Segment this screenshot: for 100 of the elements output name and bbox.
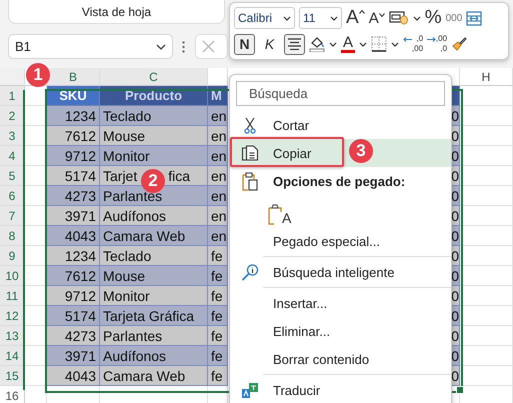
table-cell: 0: [452, 226, 460, 246]
menu-heading-text: Opciones de pegado:: [273, 174, 406, 188]
row-header[interactable]: 15: [0, 366, 25, 386]
translate-icon: [241, 382, 259, 398]
paste-option-button[interactable]: A: [268, 197, 292, 225]
caret-icon: [156, 44, 166, 50]
table-cell: 5174: [47, 166, 100, 186]
decrease-decimal-button[interactable]: ,0 ,00: [403, 34, 424, 54]
percent-button[interactable]: %: [424, 7, 442, 29]
column-header[interactable]: C: [100, 68, 208, 86]
table-cell: 5174: [47, 306, 100, 326]
table-cell: en: [208, 186, 228, 206]
table-cell: 0: [452, 346, 460, 366]
thousands-button[interactable]: 000: [446, 12, 462, 24]
table-header: [452, 86, 460, 106]
table-cell: 0: [452, 206, 460, 226]
row-header[interactable]: 10: [0, 266, 25, 286]
menu-item[interactable]: Traducir: [230, 376, 451, 403]
cell-text: Tarjet: [103, 167, 138, 185]
table-cell: 9712: [47, 146, 100, 166]
clipboard-icon: [241, 172, 259, 190]
table-cell: Parlantes: [100, 326, 208, 346]
caret-icon: [283, 16, 291, 20]
align-center-button[interactable]: [284, 34, 305, 54]
caret-icon[interactable]: [359, 42, 368, 46]
caret-icon: [330, 16, 338, 20]
currency-format-icon[interactable]: [388, 10, 409, 26]
align-center-icon: [288, 38, 301, 50]
row-header[interactable]: 11: [0, 286, 25, 306]
table-cell: Parlantes: [100, 186, 208, 206]
table-cell: fe: [208, 246, 228, 266]
row-header[interactable]: 12: [0, 306, 25, 326]
row-header[interactable]: 3: [0, 126, 25, 146]
arrow-left-icon: [403, 37, 412, 42]
table-cell: 0: [452, 266, 460, 286]
caret-icon[interactable]: [391, 42, 400, 46]
caret-icon[interactable]: [412, 16, 421, 20]
more-icon[interactable]: [182, 40, 185, 52]
row-header[interactable]: 8: [0, 226, 25, 246]
table-cell: Tarjeta Gráfica: [100, 306, 208, 326]
table-cell: Camara Web: [100, 226, 208, 246]
caret-icon[interactable]: [329, 42, 337, 46]
table-cell: 0: [452, 126, 460, 146]
table-cell: Mouse: [100, 266, 208, 286]
table-cell: 4273: [47, 326, 100, 346]
table-cell: 0: [452, 246, 460, 266]
italic-button[interactable]: K: [259, 34, 280, 54]
row-header[interactable]: 7: [0, 206, 25, 226]
copy-icon: [241, 145, 259, 161]
fill-color-icon[interactable]: [309, 36, 325, 52]
table-cell: en: [208, 106, 228, 126]
menu-item[interactable]: Pegado especial...: [230, 227, 451, 255]
table-cell: Teclado: [100, 246, 208, 266]
menu-item[interactable]: Insertar...: [230, 289, 451, 317]
table-cell: 0: [452, 326, 460, 346]
table-header: Producto: [100, 86, 208, 106]
row-header[interactable]: 13: [0, 326, 25, 346]
fill-handle[interactable]: [456, 386, 464, 394]
font-color-button[interactable]: A: [341, 35, 356, 53]
wrap-text-icon[interactable]: [466, 10, 482, 26]
table-cell: 0: [452, 306, 460, 326]
table-cell: 0: [452, 106, 460, 126]
borders-icon[interactable]: [371, 36, 388, 52]
table-cell: 0: [452, 366, 460, 386]
table-cell: 7612: [47, 266, 100, 286]
row-header[interactable]: 5: [0, 166, 25, 186]
font-dropdown[interactable]: Calibri: [234, 7, 295, 29]
table-cell: fe: [208, 306, 228, 326]
table-cell: 0: [452, 166, 460, 186]
menu-item[interactable]: Búsqueda inteligente: [230, 258, 451, 286]
column-header[interactable]: H: [460, 68, 513, 86]
name-box[interactable]: B1: [8, 34, 173, 59]
grow-font-button[interactable]: A: [346, 7, 365, 29]
menu-item[interactable]: Cortar: [230, 111, 451, 139]
row-header[interactable]: 6: [0, 186, 25, 206]
table-header: M: [208, 86, 228, 106]
menu-item[interactable]: Borrar contenido: [230, 345, 451, 373]
step-badge: 1: [26, 63, 50, 87]
row-header[interactable]: 2: [0, 106, 25, 126]
bold-button[interactable]: N: [234, 34, 255, 54]
row-header[interactable]: 4: [0, 146, 25, 166]
row-header[interactable]: 9: [0, 246, 25, 266]
table-cell: fe: [208, 286, 228, 306]
search-field[interactable]: Búsqueda: [236, 81, 445, 106]
font-size-dropdown[interactable]: 11: [299, 7, 342, 29]
format-painter-icon[interactable]: [451, 36, 468, 52]
table-cell: en: [208, 206, 228, 226]
table-cell: 4043: [47, 366, 100, 386]
table-cell: 3971: [47, 346, 100, 366]
row-header[interactable]: 1: [0, 86, 25, 106]
column-header[interactable]: B: [47, 68, 100, 86]
row-header[interactable]: 14: [0, 346, 25, 366]
table-cell: fe: [208, 326, 228, 346]
menu-item[interactable]: Eliminar...: [230, 317, 451, 345]
shrink-font-button[interactable]: A: [368, 10, 385, 26]
table-cell: Audífonos: [100, 346, 208, 366]
table-cell: Monitor: [100, 146, 208, 166]
table-cell: 1234: [47, 106, 100, 126]
table-cell: fe: [208, 346, 228, 366]
increase-decimal-button[interactable]: ,00 ,0: [427, 34, 448, 54]
